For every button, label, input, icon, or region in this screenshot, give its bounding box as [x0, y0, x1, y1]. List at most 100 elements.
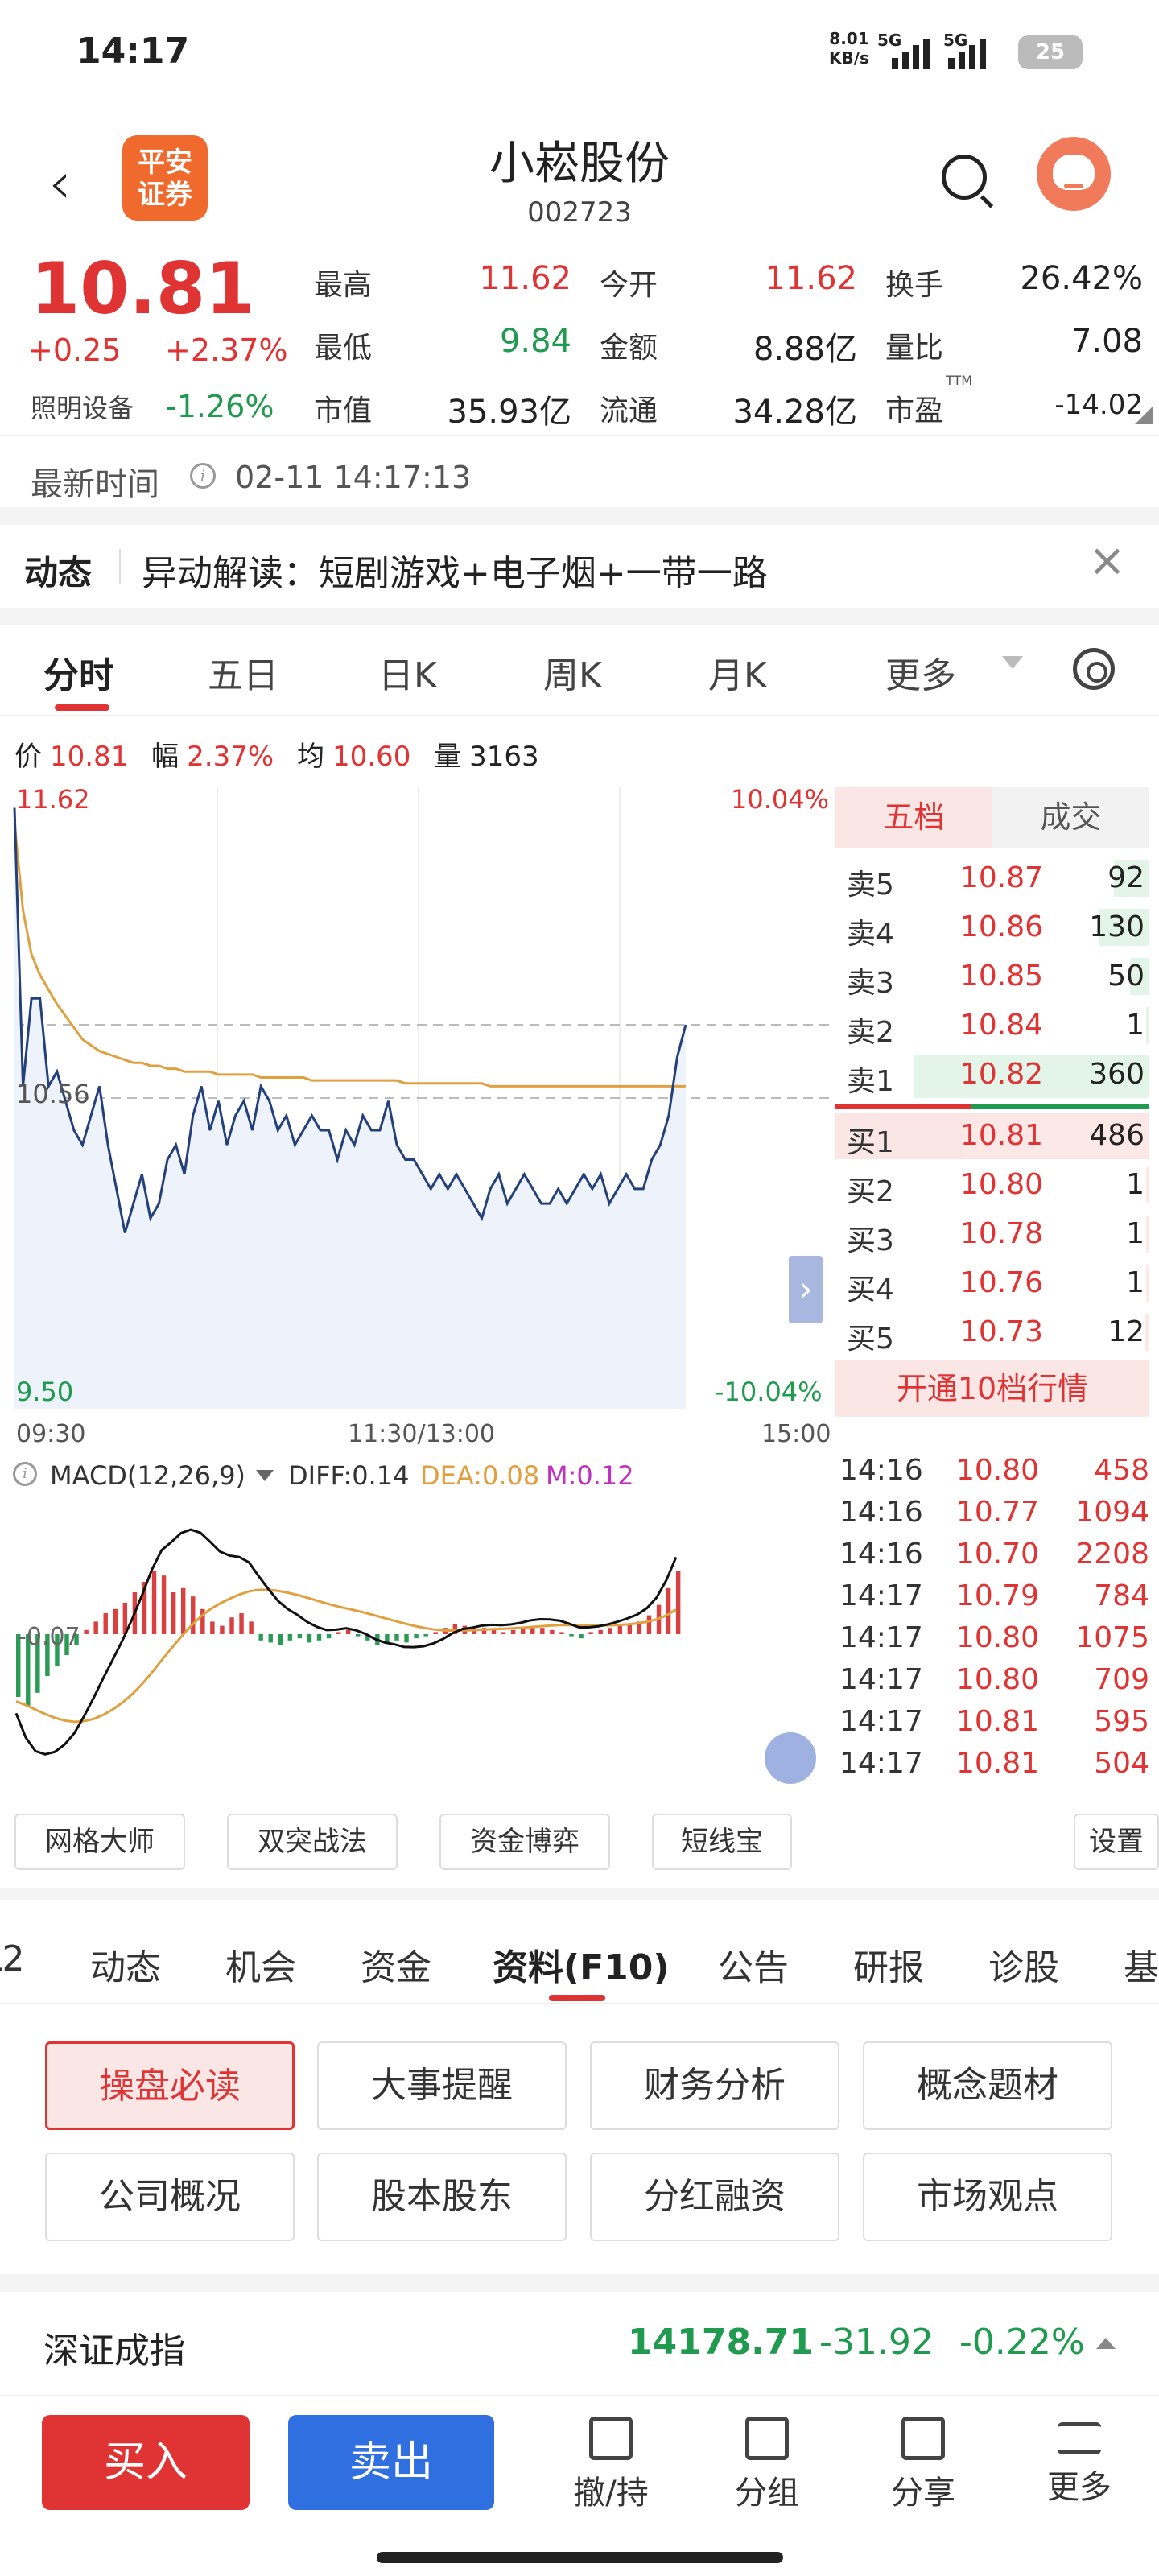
more-button[interactable]: 更多 [1027, 2417, 1132, 2521]
header: ‹ 平安 证券 小崧股份 002723 [0, 113, 1159, 246]
active-tab2-indicator [549, 1995, 605, 2001]
sector[interactable]: 照明设备 -1.26% [31, 388, 274, 425]
chevron-up-icon[interactable] [1096, 2338, 1116, 2349]
tab-capital[interactable]: 资金 [361, 1938, 431, 1990]
tab-monthly-k[interactable]: 月K [708, 646, 767, 698]
chevron-down-icon[interactable] [1002, 656, 1023, 669]
tab-l2[interactable]: L2 [0, 1938, 25, 1979]
tick-volume: 1094 [1075, 1496, 1149, 1529]
tab-announcement[interactable]: 公告 [718, 1938, 789, 1990]
ask-row[interactable]: 卖1 10.82 360 [835, 1051, 1149, 1098]
macd-bar [103, 1613, 108, 1634]
macd-info-icon[interactable]: i [13, 1462, 37, 1486]
tab-intraday[interactable]: 分时 [43, 646, 114, 698]
macd-bar [510, 1629, 516, 1634]
index-bar[interactable]: 深证成指 14178.71 -31.92 -0.22% [0, 2294, 1159, 2391]
turnover-value: 26.42% [1020, 260, 1143, 297]
tab-weekly-k[interactable]: 周K [543, 646, 602, 698]
ask-row[interactable]: 卖3 10.85 50 [835, 953, 1149, 1000]
ask-row[interactable]: 卖2 10.84 1 [835, 1002, 1149, 1049]
f10-market-views[interactable]: 市场观点 [863, 2153, 1112, 2241]
macd-title[interactable]: MACD(12,26,9) [50, 1460, 245, 1491]
macd-bar [307, 1634, 312, 1643]
tab-research[interactable]: 研报 [853, 1938, 924, 1990]
tab-opportunity[interactable]: 机会 [225, 1938, 296, 1990]
level-label: 卖1 [847, 1065, 894, 1098]
level-price: 10.76 [960, 1266, 1044, 1299]
avatar[interactable] [1037, 137, 1111, 211]
bid-row[interactable]: 买2 10.80 1 [835, 1162, 1149, 1208]
level-price: 10.80 [960, 1168, 1044, 1201]
buy-button[interactable]: 买入 [42, 2415, 250, 2510]
tab-daily-k[interactable]: 日K [378, 646, 437, 698]
tab-five-levels[interactable]: 五档 [835, 787, 992, 848]
bid-ask-separator-green [971, 1104, 1149, 1109]
cancel-hold-button[interactable]: 撤/持 [559, 2417, 663, 2521]
price-area [14, 807, 686, 1409]
intraday-chart[interactable]: 11.62 10.56 9.50 10.04% -10.04% 09:30 11… [0, 781, 833, 1448]
gear-icon[interactable] [1073, 648, 1115, 690]
tick-list: 14:16 10.80 458 14:16 10.77 1094 14:16 10.70 220… [835, 1449, 1157, 1799]
macd-bar [598, 1629, 603, 1634]
tab-fund[interactable]: 基 [1124, 1938, 1159, 1990]
bid-row[interactable]: 买4 10.76 1 [835, 1260, 1149, 1307]
f10-financial[interactable]: 财务分析 [590, 2041, 839, 2130]
f10-dividends[interactable]: 分红融资 [590, 2153, 839, 2241]
news-bar[interactable]: 动态 异动解读：短剧游戏+电子烟+一带一路 × [0, 523, 1159, 612]
macd-dropdown-icon[interactable] [256, 1470, 274, 1481]
order-book: 五档 成交 卖5 10.87 92 卖4 10.86 130 卖3 10.85 50 卖2 10.8… [835, 781, 1159, 1425]
macd-bar [326, 1634, 332, 1639]
active-tab-indicator [55, 704, 109, 711]
macd-bar [423, 1634, 428, 1637]
f10-company[interactable]: 公司概况 [45, 2153, 295, 2241]
level-volume: 92 [1107, 861, 1145, 894]
f10-concepts[interactable]: 概念题材 [863, 2041, 1112, 2130]
tool-short-line[interactable]: 短线宝 [652, 1814, 792, 1870]
bid-row[interactable]: 买5 10.73 12 [835, 1309, 1149, 1356]
tool-capital-game[interactable]: 资金博弈 [439, 1814, 610, 1870]
f10-shareholders[interactable]: 股本股东 [317, 2153, 567, 2241]
share-button[interactable]: 分享 [871, 2417, 975, 2521]
f10-grid: 操盘必读 大事提醒 财务分析 概念题材 公司概况 股本股东 分红融资 市场观点 [0, 2013, 1159, 2254]
ask-row[interactable]: 卖5 10.87 92 [835, 855, 1149, 902]
tick-price: 10.80 [956, 1621, 1040, 1654]
level-label: 买4 [847, 1274, 894, 1307]
bid-row[interactable]: 买1 10.81 486 [835, 1113, 1149, 1159]
sell-button[interactable]: 卖出 [288, 2415, 494, 2510]
search-icon[interactable] [942, 155, 987, 200]
f10-must-read[interactable]: 操盘必读 [45, 2041, 295, 2130]
tick-price: 10.81 [956, 1747, 1040, 1780]
macd-bar [394, 1634, 399, 1641]
tab-diagnosis[interactable]: 诊股 [988, 1938, 1059, 1990]
group-button[interactable]: 分组 [715, 2417, 819, 2521]
tick-time: 14:17 [839, 1621, 923, 1654]
tab-more[interactable]: 更多 [885, 646, 956, 698]
tool-grid-master[interactable]: 网格大师 [14, 1814, 185, 1870]
tab-trades[interactable]: 成交 [992, 787, 1149, 848]
expand-orderbook-icon[interactable]: › [789, 1256, 823, 1323]
expand-corner-icon[interactable] [1135, 407, 1153, 424]
share-icon [901, 2417, 945, 2460]
tab-f10[interactable]: 资料(F10) [493, 1938, 670, 1990]
info-icon[interactable]: i [190, 463, 216, 489]
fullscreen-icon[interactable] [765, 1732, 816, 1784]
close-icon[interactable]: × [1088, 535, 1126, 587]
ask-row[interactable]: 卖4 10.86 130 [835, 904, 1149, 951]
tool-double-break[interactable]: 双突战法 [227, 1814, 398, 1870]
macd-m: M:0.12 [546, 1460, 634, 1491]
bid-row[interactable]: 买3 10.78 1 [835, 1211, 1149, 1257]
settings-button[interactable]: 设置 [1074, 1814, 1159, 1870]
level-volume: 12 [1107, 1315, 1145, 1348]
tick-row: 14:17 10.80 1075 [835, 1616, 1149, 1658]
tab-news[interactable]: 动态 [90, 1938, 161, 1990]
level-volume: 1 [1126, 1266, 1145, 1299]
price-change-pct: +2.37% [165, 332, 288, 368]
float-value: 34.28亿 [732, 394, 857, 431]
tab-5day[interactable]: 五日 [208, 646, 278, 698]
open-10-levels-button[interactable]: 开通10档行情 [835, 1360, 1149, 1417]
f10-events[interactable]: 大事提醒 [317, 2041, 567, 2130]
macd-bar [617, 1625, 623, 1634]
macd-bar [239, 1613, 244, 1634]
volume-bar [1146, 1216, 1149, 1253]
update-label: 最新时间 [31, 466, 159, 503]
